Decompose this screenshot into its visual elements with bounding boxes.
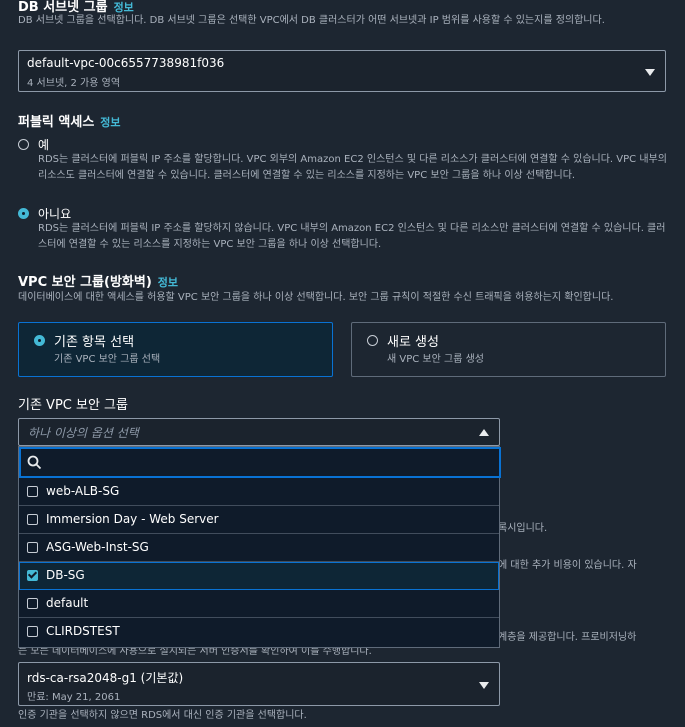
sg-option-default[interactable]: default	[19, 590, 499, 618]
new-card-title: 새로 생성	[387, 335, 439, 350]
no-label: 아니요	[38, 207, 72, 221]
sg-search-box[interactable]	[19, 447, 501, 478]
sg-option-asg-web-inst-sg[interactable]: ASG-Web-Inst-SG	[19, 534, 499, 562]
vpc-sg-header: VPC 보안 그룹(방화벽) 정보	[18, 271, 178, 290]
checkbox-checked[interactable]	[27, 570, 38, 581]
option-label: ASG-Web-Inst-SG	[46, 540, 149, 554]
subnet-group-select[interactable]: default-vpc-00c6557738981f036 4 서브넷, 2 가…	[18, 50, 666, 92]
vpc-sg-description: 데이터베이스에 대한 액세스를 허용할 VPC 보안 그룹을 하나 이상 선택합…	[18, 292, 614, 303]
existing-sg-dropdown: web-ALB-SG Immersion Day - Web Server AS…	[18, 446, 501, 648]
sg-option-immersion-day[interactable]: Immersion Day - Web Server	[19, 506, 499, 534]
radio-no[interactable]	[18, 208, 29, 219]
public-access-info-link[interactable]: 정보	[100, 116, 120, 129]
existing-card-title: 기존 항목 선택	[54, 335, 135, 350]
obscured-text-2: 에 대한 추가 비용이 있습니다. 자	[498, 560, 637, 571]
subnet-group-value: default-vpc-00c6557738981f036	[27, 56, 225, 70]
new-sg-card[interactable]: 새로 생성 새 VPC 보안 그룹 생성	[351, 322, 666, 377]
search-icon	[27, 455, 42, 470]
subnet-group-sub: 4 서브넷, 2 가용 영역	[27, 78, 121, 89]
subnet-group-description: DB 서브넷 그룹을 선택합니다. DB 서브넷 그룹은 선택한 VPC에서 D…	[18, 15, 605, 26]
radio-yes[interactable]	[18, 139, 29, 150]
existing-sg-label: 기존 VPC 보안 그룹	[18, 398, 128, 413]
yes-description: RDS는 클러스터에 퍼블릭 IP 주소를 할당합니다. VPC 외부의 Ama…	[38, 154, 667, 181]
radio-existing[interactable]	[34, 335, 45, 346]
ca-sub: 만료: May 21, 2061	[27, 692, 121, 703]
option-label: default	[46, 596, 89, 610]
existing-sg-card[interactable]: 기존 항목 선택 기존 VPC 보안 그룹 선택	[18, 322, 333, 377]
checkbox[interactable]	[27, 514, 38, 525]
option-label: CLIRDSTEST	[46, 624, 120, 638]
vpc-sg-info-link[interactable]: 정보	[158, 276, 178, 289]
sg-option-db-sg[interactable]: DB-SG	[19, 562, 499, 590]
option-label: web-ALB-SG	[46, 484, 120, 498]
chevron-down-icon	[479, 682, 489, 689]
new-card-sub: 새 VPC 보안 그룹 생성	[387, 354, 484, 365]
multiselect-placeholder: 하나 이상의 옵션 선택	[28, 426, 139, 440]
chevron-down-icon	[645, 69, 655, 76]
existing-card-sub: 기존 VPC 보안 그룹 선택	[54, 354, 161, 365]
vpc-sg-heading: VPC 보안 그룹(방화벽)	[18, 275, 152, 290]
sg-option-clirdstest[interactable]: CLIRDSTEST	[19, 618, 499, 646]
no-description: RDS는 클러스터에 퍼블릭 IP 주소를 할당하지 않습니다. VPC 내부의…	[38, 223, 666, 250]
checkbox[interactable]	[27, 542, 38, 553]
obscured-text-1: 록시입니다.	[498, 523, 548, 534]
checkbox[interactable]	[27, 486, 38, 497]
yes-label: 예	[38, 138, 50, 152]
sg-option-web-alb-sg[interactable]: web-ALB-SG	[19, 478, 499, 506]
radio-new[interactable]	[367, 335, 378, 346]
obscured-text-3: 계층을 제공합니다. 프로비저닝하	[498, 632, 637, 643]
ca-select[interactable]: rds-ca-rsa2048-g1 (기본값) 만료: May 21, 2061	[18, 662, 500, 706]
public-access-header: 퍼블릭 액세스 정보	[18, 111, 121, 130]
sg-search-input[interactable]	[47, 453, 491, 473]
option-label: Immersion Day - Web Server	[46, 512, 219, 526]
checkbox[interactable]	[27, 598, 38, 609]
checkbox[interactable]	[27, 626, 38, 637]
existing-sg-multiselect[interactable]: 하나 이상의 옵션 선택	[18, 418, 500, 446]
chevron-up-icon	[479, 429, 489, 436]
public-access-heading: 퍼블릭 액세스	[18, 115, 95, 130]
option-label: DB-SG	[46, 568, 85, 582]
ca-footer: 인증 기관을 선택하지 않으면 RDS에서 대신 인증 기관을 선택합니다.	[18, 710, 307, 721]
ca-value: rds-ca-rsa2048-g1 (기본값)	[27, 671, 184, 685]
